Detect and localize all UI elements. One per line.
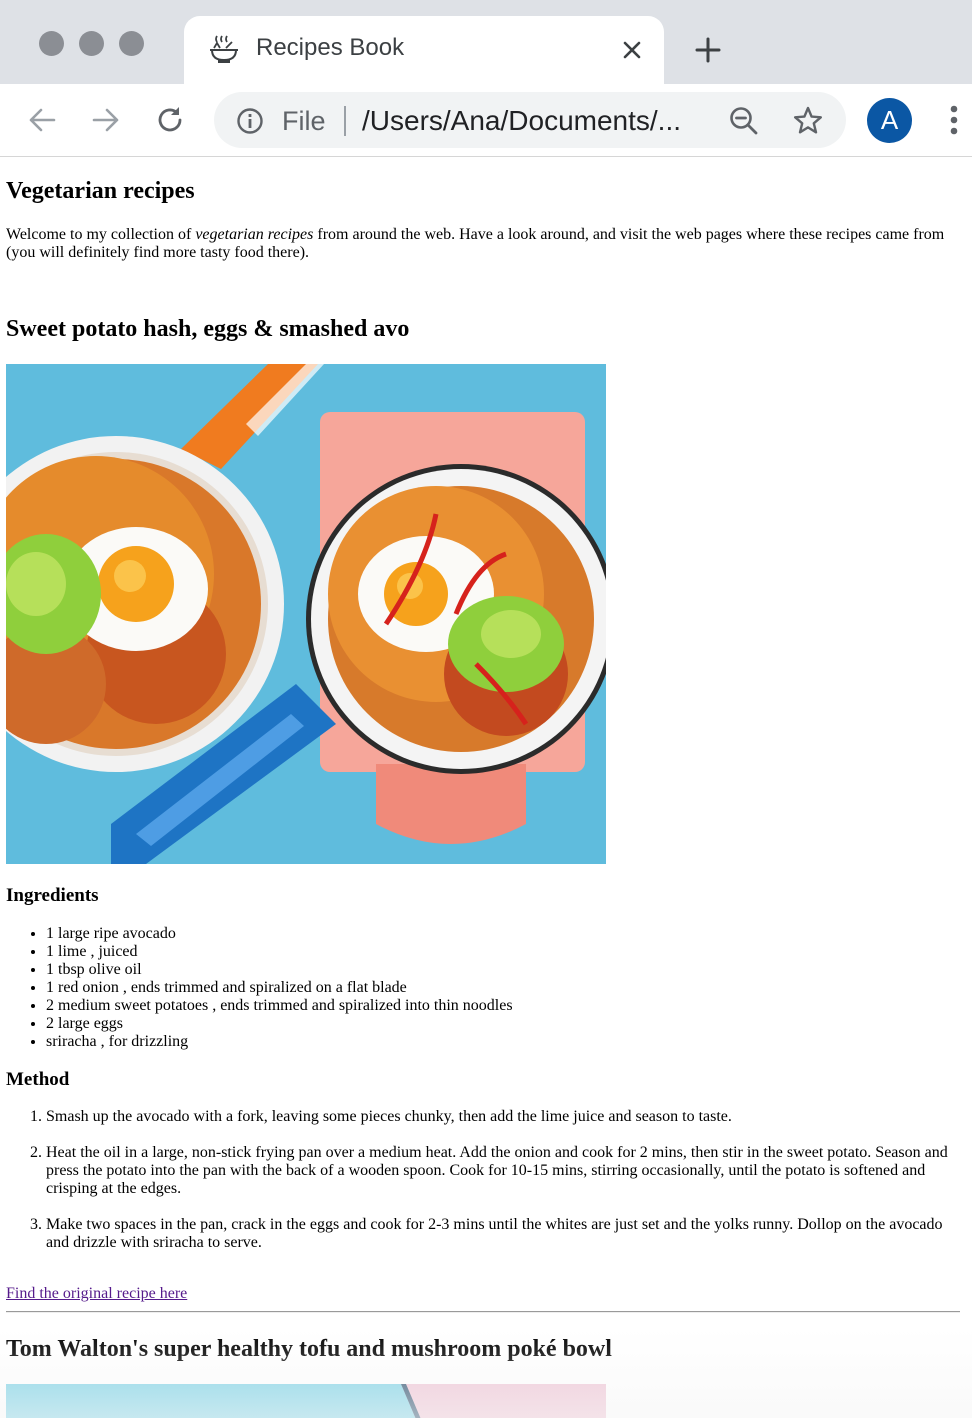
address-bar[interactable]: File /Users/Ana/Documents/... (214, 92, 846, 148)
ingredient-item: 1 lime , juiced (46, 943, 513, 961)
method-step: Make two spaces in the pan, crack in the… (46, 1216, 950, 1252)
original-recipe-link[interactable]: Find the original recipe here (6, 1285, 187, 1303)
intro-emphasis: vegetarian recipes (195, 226, 314, 243)
close-icon[interactable] (620, 38, 644, 62)
minimize-window-button[interactable] (79, 31, 104, 56)
ingredients-list: 1 large ripe avocado 1 lime , juiced 1 t… (6, 925, 513, 1051)
recipe-title: Tom Walton's super healthy tofu and mush… (6, 1336, 612, 1362)
profile-avatar[interactable]: A (867, 98, 912, 143)
recipe-title: Sweet potato hash, eggs & smashed avo (6, 316, 410, 342)
url-text[interactable]: /Users/Ana/Documents/... (362, 105, 702, 137)
ingredient-item: sriracha , for drizzling (46, 1033, 513, 1051)
page-viewport: Vegetarian recipes Welcome to my collect… (0, 157, 972, 1418)
plus-icon[interactable] (694, 36, 722, 64)
more-vert-icon[interactable] (940, 102, 968, 138)
method-list: Smash up the avocado with a fork, leavin… (6, 1108, 950, 1270)
back-arrow-icon[interactable] (26, 104, 58, 136)
bookmark-star-icon[interactable] (792, 105, 824, 137)
page-title: Vegetarian recipes (6, 178, 195, 204)
method-step: Heat the oil in a large, non-stick fryin… (46, 1144, 950, 1198)
recipe-photo (6, 1384, 606, 1418)
ingredient-item: 1 tbsp olive oil (46, 961, 513, 979)
tab-title: Recipes Book (256, 34, 405, 61)
forward-arrow-icon[interactable] (90, 104, 122, 136)
recipe-divider (6, 1311, 960, 1313)
scheme-label: File (282, 106, 326, 136)
maximize-window-button[interactable] (119, 31, 144, 56)
bowl-steam-icon (210, 35, 238, 63)
zoom-out-icon[interactable] (728, 105, 760, 137)
close-window-button[interactable] (39, 31, 64, 56)
ingredient-item: 1 red onion , ends trimmed and spiralize… (46, 979, 513, 997)
method-heading: Method (6, 1069, 70, 1090)
browser-toolbar: File /Users/Ana/Documents/... A (0, 84, 972, 157)
recipe-photo (6, 364, 606, 864)
tab-recipes-book[interactable]: Recipes Book (184, 16, 664, 84)
ingredients-heading: Ingredients (6, 885, 99, 906)
ingredient-item: 1 large ripe avocado (46, 925, 513, 943)
reload-icon[interactable] (154, 104, 186, 136)
method-step: Smash up the avocado with a fork, leavin… (46, 1108, 950, 1126)
tab-strip: Recipes Book (0, 0, 972, 84)
ingredient-item: 2 medium sweet potatoes , ends trimmed a… (46, 997, 513, 1015)
ingredient-item: 2 large eggs (46, 1015, 513, 1033)
intro-text-before: Welcome to my collection of (6, 226, 196, 243)
info-icon[interactable] (236, 107, 264, 135)
intro-paragraph: Welcome to my collection of vegetarian r… (6, 226, 956, 262)
address-separator (344, 106, 346, 136)
